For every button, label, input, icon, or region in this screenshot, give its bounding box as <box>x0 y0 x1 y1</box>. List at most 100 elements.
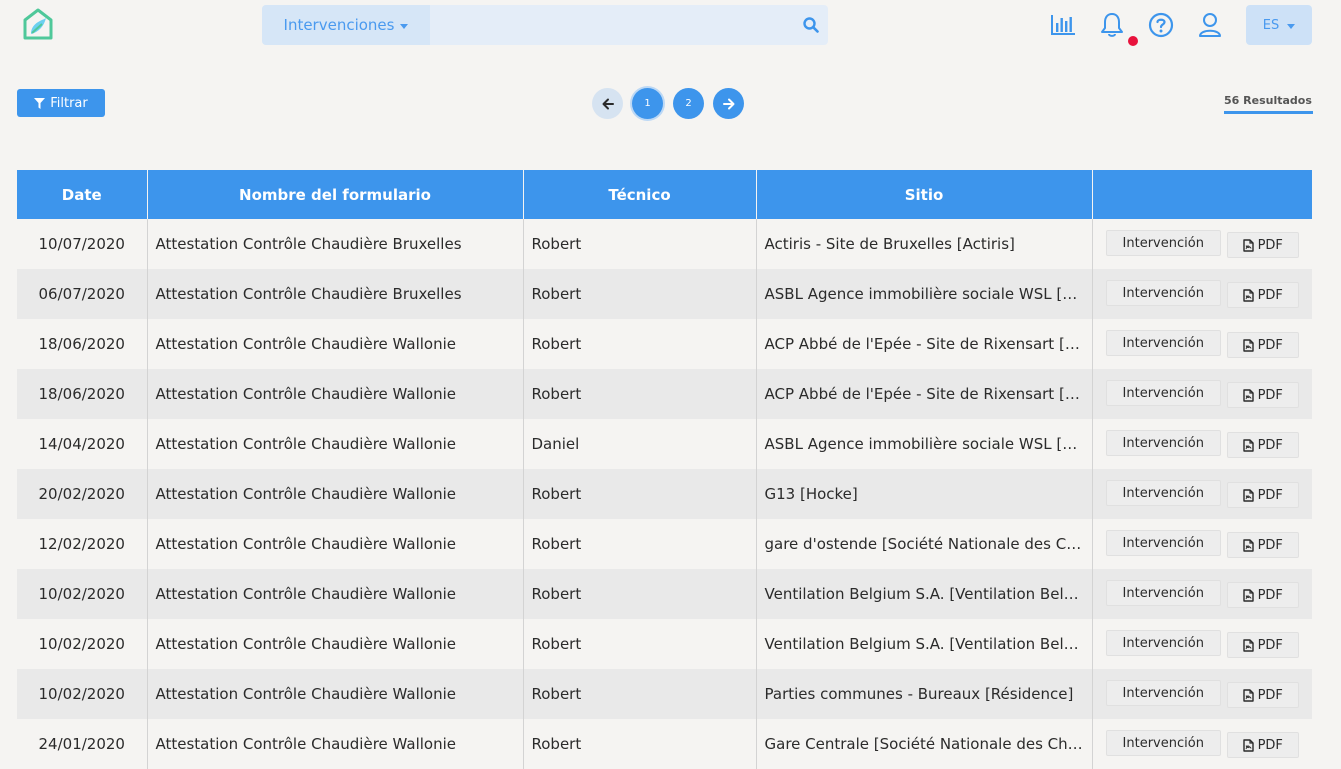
cell-technician: Robert <box>523 569 757 619</box>
search-type-label: Intervenciones <box>283 16 395 34</box>
chevron-down-icon <box>400 23 409 29</box>
intervention-button[interactable]: Intervención <box>1105 530 1221 556</box>
cell-form-name: Attestation Contrôle Chaudière Wallonie <box>147 719 524 769</box>
user-icon[interactable] <box>1195 10 1225 40</box>
pdf-button[interactable]: PDF <box>1226 582 1299 608</box>
table-row[interactable]: 10/07/2020 Attestation Contrôle Chaudièr… <box>17 219 1312 269</box>
cell-technician: Robert <box>523 369 757 419</box>
intervention-label: Intervención <box>1122 585 1204 601</box>
table-row[interactable]: 24/01/2020 Attestation Contrôle Chaudièr… <box>17 719 1312 769</box>
bell-icon[interactable] <box>1097 10 1127 40</box>
intervention-button[interactable]: Intervención <box>1105 230 1221 256</box>
file-pdf-icon <box>1242 288 1254 302</box>
column-header-site[interactable]: Sitio <box>756 170 1093 219</box>
table-row[interactable]: 18/06/2020 Attestation Contrôle Chaudièr… <box>17 369 1312 419</box>
cell-actions: Intervención PDF <box>1092 319 1312 369</box>
pdf-label: PDF <box>1257 687 1283 703</box>
pdf-button[interactable]: PDF <box>1226 682 1299 708</box>
intervention-label: Intervención <box>1122 435 1204 451</box>
cell-actions: Intervención PDF <box>1092 219 1312 269</box>
cell-actions: Intervención PDF <box>1092 669 1312 719</box>
pagination-page-2[interactable]: 2 <box>673 88 704 119</box>
table-row[interactable]: 20/02/2020 Attestation Contrôle Chaudièr… <box>17 469 1312 519</box>
intervention-label: Intervención <box>1122 235 1204 251</box>
pdf-button[interactable]: PDF <box>1226 732 1299 758</box>
pdf-button[interactable]: PDF <box>1226 382 1299 408</box>
pdf-button[interactable]: PDF <box>1226 282 1299 308</box>
cell-technician: Robert <box>523 469 757 519</box>
pdf-label: PDF <box>1257 337 1283 353</box>
cell-actions: Intervención PDF <box>1092 369 1312 419</box>
cell-form-name: Attestation Contrôle Chaudière Wallonie <box>147 369 524 419</box>
cell-site: ACP Abbé de l'Epée - Site de Rixensart [… <box>756 319 1093 369</box>
search-type-dropdown[interactable]: Intervenciones <box>262 5 430 45</box>
table-row[interactable]: 06/07/2020 Attestation Contrôle Chaudièr… <box>17 269 1312 319</box>
intervention-button[interactable]: Intervención <box>1105 730 1221 756</box>
intervention-button[interactable]: Intervención <box>1105 430 1221 456</box>
cell-date: 14/04/2020 <box>17 419 148 469</box>
pdf-button[interactable]: PDF <box>1226 432 1299 458</box>
pdf-button[interactable]: PDF <box>1226 482 1299 508</box>
file-pdf-icon <box>1242 688 1254 702</box>
help-icon[interactable] <box>1146 10 1176 40</box>
cell-form-name: Attestation Contrôle Chaudière Wallonie <box>147 319 524 369</box>
cell-site: Parties communes - Bureaux [Résidence] <box>756 669 1093 719</box>
intervention-button[interactable]: Intervención <box>1105 330 1221 356</box>
pdf-button[interactable]: PDF <box>1226 332 1299 358</box>
search-icon[interactable] <box>794 5 828 45</box>
intervention-button[interactable]: Intervención <box>1105 480 1221 506</box>
cell-technician: Daniel <box>523 419 757 469</box>
cell-technician: Robert <box>523 319 757 369</box>
intervention-button[interactable]: Intervención <box>1105 280 1221 306</box>
row-actions: Intervención PDF <box>1101 680 1305 708</box>
column-header-technician[interactable]: Técnico <box>523 170 757 219</box>
search-input[interactable] <box>430 5 794 45</box>
intervention-label: Intervención <box>1122 285 1204 301</box>
app-logo-icon[interactable] <box>22 8 54 42</box>
intervention-label: Intervención <box>1122 485 1204 501</box>
notification-badge <box>1128 36 1138 46</box>
file-pdf-icon <box>1242 338 1254 352</box>
table-row[interactable]: 10/02/2020 Attestation Contrôle Chaudièr… <box>17 569 1312 619</box>
table-row[interactable]: 12/02/2020 Attestation Contrôle Chaudièr… <box>17 519 1312 569</box>
table-row[interactable]: 10/02/2020 Attestation Contrôle Chaudièr… <box>17 669 1312 719</box>
arrow-right-icon <box>722 98 734 109</box>
pagination-next-button[interactable] <box>713 88 744 119</box>
pdf-button[interactable]: PDF <box>1226 632 1299 658</box>
statistics-icon[interactable] <box>1048 10 1078 40</box>
cell-technician: Robert <box>523 269 757 319</box>
cell-technician: Robert <box>523 219 757 269</box>
intervention-button[interactable]: Intervención <box>1105 630 1221 656</box>
table-row[interactable]: 14/04/2020 Attestation Contrôle Chaudièr… <box>17 419 1312 469</box>
cell-site: G13 [Hocke] <box>756 469 1093 519</box>
interventions-table: Date Nombre del formulario Técnico Sitio… <box>17 170 1312 769</box>
intervention-button[interactable]: Intervención <box>1105 680 1221 706</box>
pdf-label: PDF <box>1257 237 1283 253</box>
cell-date: 10/07/2020 <box>17 219 148 269</box>
filter-button[interactable]: Filtrar <box>17 89 105 117</box>
cell-actions: Intervención PDF <box>1092 519 1312 569</box>
pdf-button[interactable]: PDF <box>1226 532 1299 558</box>
pagination-page-1[interactable]: 1 <box>632 88 663 119</box>
cell-date: 18/06/2020 <box>17 319 148 369</box>
row-actions: Intervención PDF <box>1101 630 1305 658</box>
intervention-button[interactable]: Intervención <box>1105 580 1221 606</box>
pdf-label: PDF <box>1257 487 1283 503</box>
pdf-button[interactable]: PDF <box>1226 232 1299 258</box>
filter-label: Filtrar <box>50 95 88 111</box>
intervention-button[interactable]: Intervención <box>1105 380 1221 406</box>
cell-form-name: Attestation Contrôle Chaudière Wallonie <box>147 619 524 669</box>
pagination-prev-button[interactable] <box>592 88 623 119</box>
cell-site: gare d'ostende [Société Nationale des Ch… <box>756 519 1093 569</box>
table-row[interactable]: 18/06/2020 Attestation Contrôle Chaudièr… <box>17 319 1312 369</box>
cell-date: 10/02/2020 <box>17 569 148 619</box>
intervention-label: Intervención <box>1122 335 1204 351</box>
column-header-date[interactable]: Date <box>17 170 148 219</box>
cell-date: 12/02/2020 <box>17 519 148 569</box>
language-dropdown[interactable]: ES <box>1246 5 1312 45</box>
search-bar: Intervenciones <box>262 5 828 45</box>
file-pdf-icon <box>1242 638 1254 652</box>
column-header-form-name[interactable]: Nombre del formulario <box>147 170 524 219</box>
table-row[interactable]: 10/02/2020 Attestation Contrôle Chaudièr… <box>17 619 1312 669</box>
pdf-label: PDF <box>1257 537 1283 553</box>
